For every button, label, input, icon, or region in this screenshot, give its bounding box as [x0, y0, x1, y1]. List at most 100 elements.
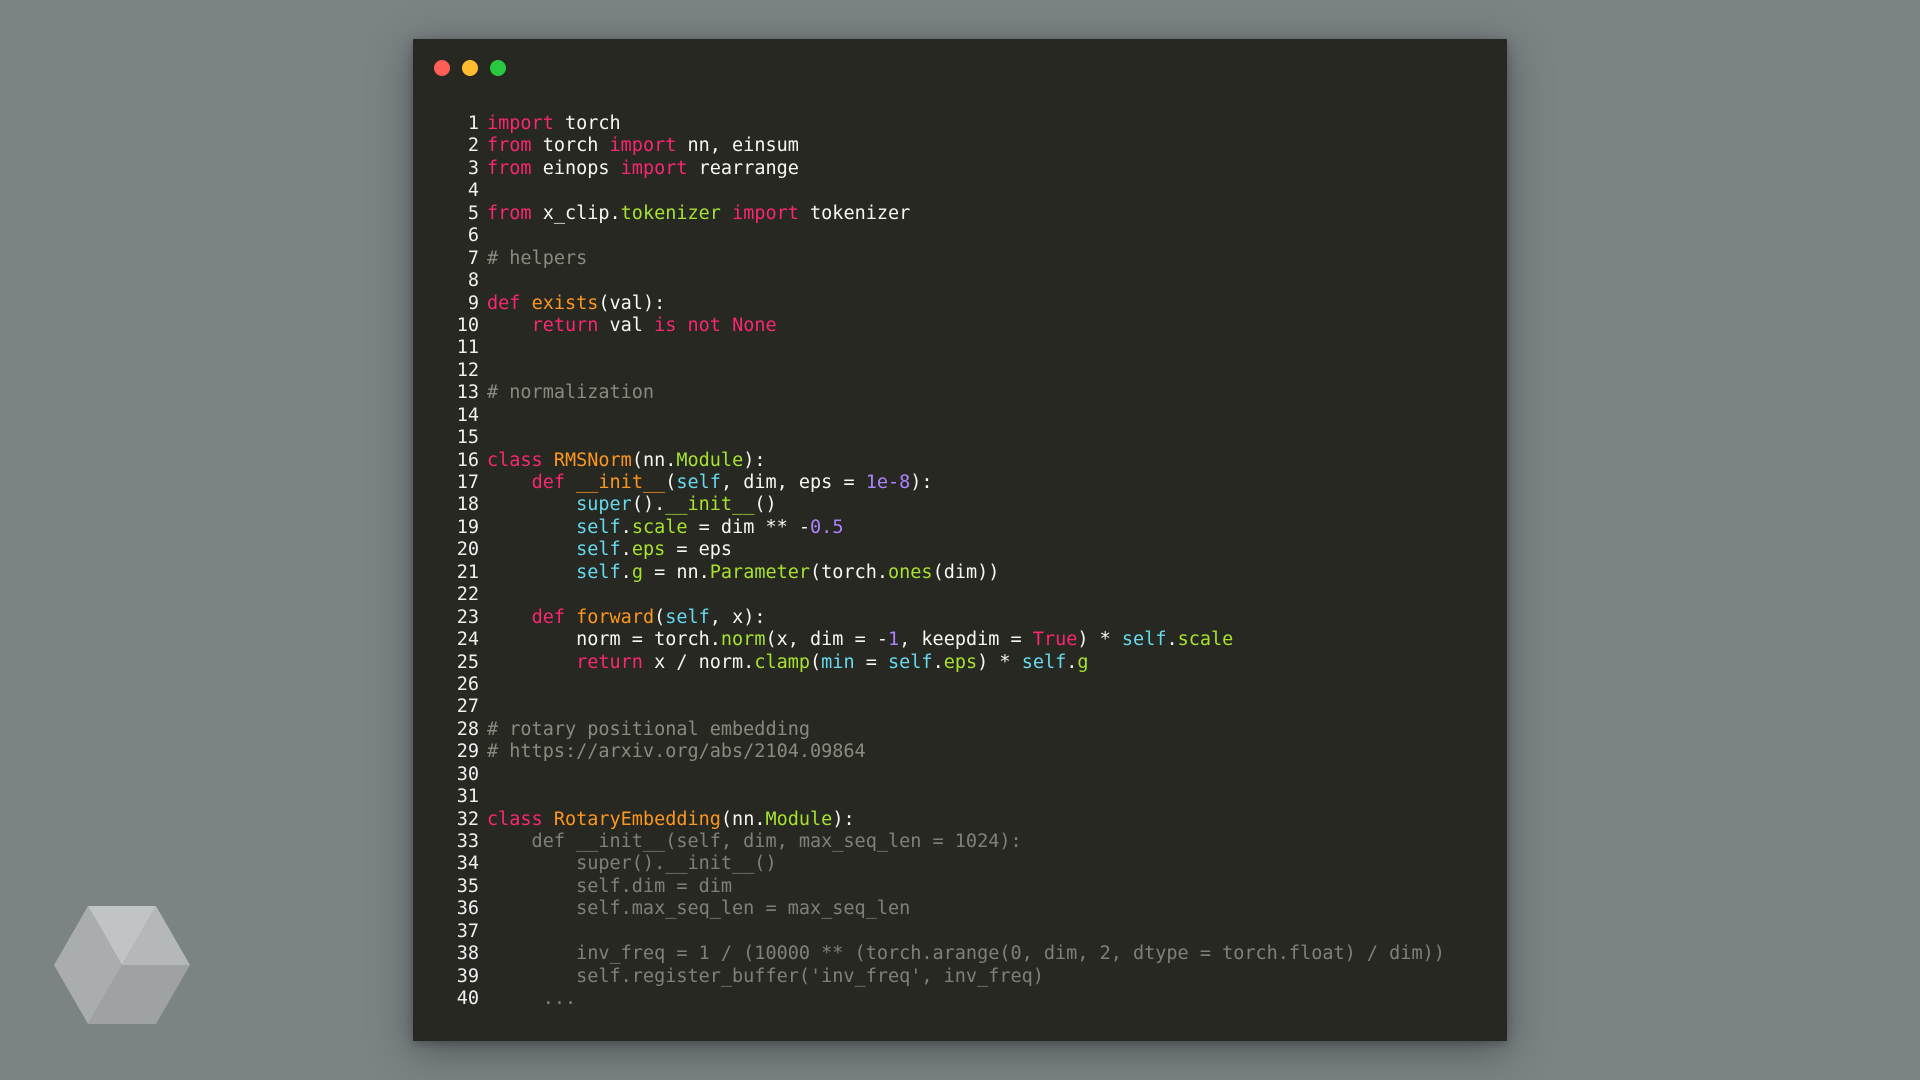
code-token: is	[654, 314, 677, 336]
line-text: self.max_seq_len = max_seq_len	[479, 898, 910, 920]
minimize-button[interactable]	[462, 60, 478, 76]
code-line: 4	[443, 180, 1445, 202]
code-token: super	[576, 494, 632, 516]
code-token: rearrange	[687, 157, 799, 179]
line-number: 28	[456, 718, 479, 740]
code-token: True	[1032, 629, 1078, 651]
code-token: torch	[553, 113, 621, 134]
code-line: 14	[443, 405, 1445, 427]
line-number: 12	[456, 359, 479, 381]
code-line: 37	[443, 921, 1445, 943]
code-token: self	[576, 561, 621, 583]
close-button[interactable]	[434, 60, 450, 76]
code-token: (nn.	[631, 449, 677, 471]
code-token: __init__	[665, 494, 755, 516]
code-token: import	[487, 113, 554, 134]
code-token: (	[810, 651, 822, 673]
code-token: , x):	[709, 606, 766, 628]
zoom-button[interactable]	[490, 60, 506, 76]
line-text: self.scale = dim ** -0.5	[479, 517, 843, 539]
code-line: 16 class RMSNorm(nn.Module):	[443, 450, 1445, 472]
code-line: 15	[443, 427, 1445, 449]
code-window: 1 import torch 2 from torch import nn, eins…	[413, 39, 1507, 1041]
code-token: # helpers	[487, 247, 588, 269]
line-text: self.dim = dim	[479, 876, 732, 898]
window-controls	[434, 60, 506, 76]
code-line: 39 self.register_buffer('inv_freq', inv_…	[443, 966, 1445, 988]
code-line: 24 norm = torch.norm(x, dim = -1, keepdi…	[443, 629, 1445, 651]
line-text: def __init__(self, dim, max_seq_len = 10…	[479, 831, 1022, 853]
code-line: 38 inv_freq = 1 / (10000 ** (torch.arang…	[443, 943, 1445, 965]
code-line: 25 return x / norm.clamp(min = self.eps)…	[443, 652, 1445, 674]
line-number: 8	[467, 270, 479, 292]
code-token: eps	[631, 539, 666, 561]
code-token: self	[576, 539, 621, 561]
line-text: # normalization	[479, 382, 654, 404]
line-text	[479, 584, 487, 606]
code-token: ):	[910, 472, 933, 493]
code-token: eps	[943, 651, 978, 673]
code-line: 32 class RotaryEmbedding(nn.Module):	[443, 809, 1445, 831]
code-line: 22	[443, 584, 1445, 606]
code-token: inv_freq = 1 / (10000 ** (torch.arange(0…	[487, 943, 1445, 965]
code-token: not	[687, 314, 721, 336]
line-text	[479, 405, 487, 427]
cube-logo-icon	[54, 906, 190, 1024]
code-token: (dim))	[932, 561, 1000, 583]
code-token: (x, dim = -	[765, 629, 888, 651]
line-number: 37	[456, 920, 479, 942]
code-token: RMSNorm	[553, 449, 632, 471]
code-line: 21 self.g = nn.Parameter(torch.ones(dim)…	[443, 562, 1445, 584]
line-text: ...	[479, 988, 576, 1010]
line-number: 10	[456, 314, 479, 336]
line-text: # rotary positional embedding	[479, 719, 810, 741]
code-token: =	[854, 651, 889, 673]
code-token: g	[1077, 651, 1089, 673]
line-number: 22	[456, 584, 479, 606]
code-token: self	[676, 472, 721, 493]
code-editor[interactable]: 1 import torch 2 from torch import nn, eins…	[443, 113, 1445, 1011]
code-line: 31	[443, 786, 1445, 808]
code-token: .	[620, 516, 632, 538]
code-token: import	[732, 202, 799, 224]
line-text	[479, 360, 487, 382]
line-text	[479, 270, 487, 292]
code-token: (	[654, 606, 666, 628]
code-token: # rotary positional embedding	[487, 718, 811, 740]
line-text: class RotaryEmbedding(nn.Module):	[479, 809, 855, 831]
code-token: .	[932, 651, 944, 673]
line-number: 36	[456, 898, 479, 920]
code-line: 19 self.scale = dim ** -0.5	[443, 517, 1445, 539]
code-token: import	[609, 135, 677, 157]
code-token: from	[487, 157, 532, 179]
line-number: 19	[456, 516, 479, 538]
line-number: 39	[456, 965, 479, 987]
code-token: 1e-8	[865, 472, 911, 493]
code-line: 10 return val is not None	[443, 315, 1445, 337]
code-token: norm	[720, 629, 766, 651]
code-token: scale	[631, 516, 688, 538]
code-token: return	[576, 651, 643, 673]
line-number: 35	[456, 875, 479, 897]
code-token: scale	[1177, 629, 1234, 651]
line-number: 38	[456, 943, 479, 965]
line-number: 26	[456, 673, 479, 695]
code-token: 1	[888, 629, 900, 651]
code-line: 1 import torch	[443, 113, 1445, 135]
code-token: tokenizer	[798, 202, 911, 224]
code-token: self	[665, 606, 710, 628]
code-line: 7 # helpers	[443, 248, 1445, 270]
line-number: 14	[456, 404, 479, 426]
code-line: 34 super().__init__()	[443, 853, 1445, 875]
line-text	[479, 696, 487, 718]
code-token: self	[1121, 629, 1167, 651]
line-number: 7	[467, 247, 479, 269]
line-text: return val is not None	[479, 315, 777, 337]
